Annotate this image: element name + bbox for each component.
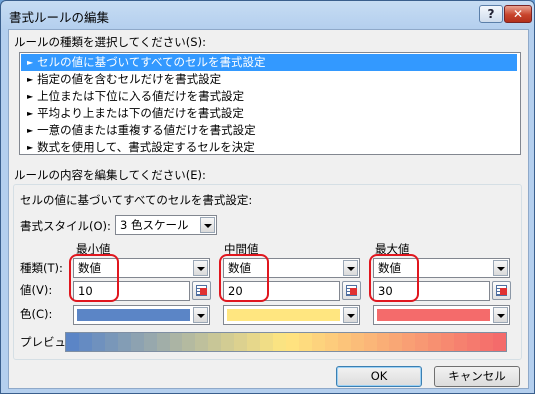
preview-segment <box>428 333 442 351</box>
rule-type-list[interactable]: ► セルの値に基づいてすべてのセルを書式設定 ► 指定の値を含むセルだけを書式設定 … <box>19 52 521 155</box>
rule-type-item-formula[interactable]: ► 数式を使用して、書式設定するセルを決定 <box>21 139 517 156</box>
preview-segment <box>324 333 338 351</box>
preview-segment <box>350 333 364 351</box>
preview-segment <box>208 333 222 351</box>
preview-segment <box>480 333 493 351</box>
preview-segment <box>91 333 105 351</box>
rule-type-item-label: 平均より上または下の値だけを書式設定 <box>37 106 244 120</box>
chevron-right-icon: ► <box>27 109 34 118</box>
preview-segment <box>402 333 416 351</box>
chevron-down-icon[interactable] <box>493 260 508 276</box>
preview-segment <box>221 333 235 351</box>
preview-segment <box>247 333 261 351</box>
ok-button[interactable]: OK <box>336 366 422 387</box>
chevron-right-icon: ► <box>27 92 34 101</box>
mid-highlight-annotation <box>219 254 269 302</box>
preview-segment <box>467 333 480 351</box>
rule-type-label: ルールの種類を選択してください(S): <box>14 35 206 49</box>
preview-segment <box>130 333 144 351</box>
chevron-down-icon[interactable] <box>200 217 215 233</box>
chevron-right-icon: ► <box>27 75 34 84</box>
preview-segment <box>454 333 468 351</box>
preview-segment <box>311 333 325 351</box>
preview-segment <box>298 333 312 351</box>
rule-type-item-label: セルの値に基づいてすべてのセルを書式設定 <box>37 55 266 69</box>
chevron-down-icon[interactable] <box>193 260 208 276</box>
type-row-label: 種類(T): <box>20 261 63 275</box>
chevron-right-icon: ► <box>27 143 34 152</box>
chevron-down-icon[interactable] <box>343 307 358 323</box>
dialog-body: ルールの種類を選択してください(S): ► セルの値に基づいてすべてのセルを書式設… <box>8 29 529 389</box>
chevron-down-icon[interactable] <box>493 307 508 323</box>
rule-description: セルの値に基づいてすべてのセルを書式設定: <box>20 193 253 207</box>
window-title: 書式ルールの編集 <box>9 10 110 25</box>
max-cell-reference-button[interactable] <box>492 281 511 300</box>
preview-segment <box>104 333 118 351</box>
min-color-picker[interactable] <box>73 305 210 325</box>
close-icon: ✕ <box>512 7 524 21</box>
preview-segment <box>337 333 351 351</box>
cancel-button[interactable]: キャンセル <box>434 366 520 387</box>
rule-type-item-label: 指定の値を含むセルだけを書式設定 <box>37 72 222 86</box>
min-highlight-annotation <box>69 254 119 302</box>
mid-cell-reference-button[interactable] <box>342 281 361 300</box>
preview-segment <box>143 333 157 351</box>
edit-format-rule-dialog: 書式ルールの編集 ? ✕ ルールの種類を選択してください(S): ► セルの値に基… <box>0 0 535 394</box>
preview-segment <box>389 333 403 351</box>
preview-segment <box>260 333 273 351</box>
preview-segment <box>376 333 390 351</box>
preview-segment <box>156 333 170 351</box>
rule-type-item-above-below-average[interactable]: ► 平均より上または下の値だけを書式設定 <box>21 105 517 122</box>
color-row-label: 色(C): <box>20 307 53 321</box>
rule-type-item-label: 一意の値または重複する値だけを書式設定 <box>37 123 256 137</box>
preview-segment <box>169 333 183 351</box>
preview-segment <box>66 333 79 351</box>
rule-content-label: ルールの内容を編集してください(E): <box>14 168 206 182</box>
chevron-down-icon[interactable] <box>343 260 358 276</box>
preview-segment <box>182 333 196 351</box>
preview-segment <box>117 333 131 351</box>
chevron-right-icon: ► <box>27 126 34 135</box>
rule-type-item-cell-values[interactable]: ► セルの値に基づいてすべてのセルを書式設定 <box>21 54 517 71</box>
rule-type-item-contains[interactable]: ► 指定の値を含むセルだけを書式設定 <box>21 71 517 88</box>
close-button[interactable]: ✕ <box>504 5 532 23</box>
preview-segment <box>273 333 286 351</box>
max-highlight-annotation <box>369 254 419 302</box>
format-style-dropdown[interactable]: 3 色スケール <box>115 215 217 235</box>
preview-segment <box>234 333 248 351</box>
help-button[interactable]: ? <box>479 5 503 23</box>
title-bar: 書式ルールの編集 ? ✕ <box>1 1 534 29</box>
preview-segment <box>415 333 429 351</box>
preview-segment <box>78 333 92 351</box>
color-scale-preview <box>65 332 507 352</box>
rule-type-item-unique-duplicate[interactable]: ► 一意の値または重複する値だけを書式設定 <box>21 122 517 139</box>
help-icon: ? <box>487 7 495 21</box>
chevron-down-icon[interactable] <box>193 307 208 323</box>
rule-type-item-label: 数式を使用して、書式設定するセルを決定 <box>37 140 255 154</box>
preview-segment <box>441 333 455 351</box>
mid-color-picker[interactable] <box>223 305 360 325</box>
min-color-swatch <box>77 309 190 321</box>
preview-segment <box>492 333 506 351</box>
min-cell-reference-button[interactable] <box>192 281 211 300</box>
value-row-label: 値(V): <box>20 283 53 297</box>
mid-color-swatch <box>227 309 340 321</box>
format-style-label: 書式スタイル(O): <box>20 219 111 233</box>
preview-segment <box>285 333 299 351</box>
rule-type-item-top-bottom[interactable]: ► 上位または下位に入る値だけを書式設定 <box>21 88 517 105</box>
format-style-value: 3 色スケール <box>120 218 189 232</box>
max-color-swatch <box>377 309 490 321</box>
chevron-right-icon: ► <box>27 58 34 67</box>
rule-type-item-label: 上位または下位に入る値だけを書式設定 <box>37 89 245 103</box>
preview-segment <box>195 333 209 351</box>
max-color-picker[interactable] <box>373 305 510 325</box>
preview-segment <box>363 333 377 351</box>
